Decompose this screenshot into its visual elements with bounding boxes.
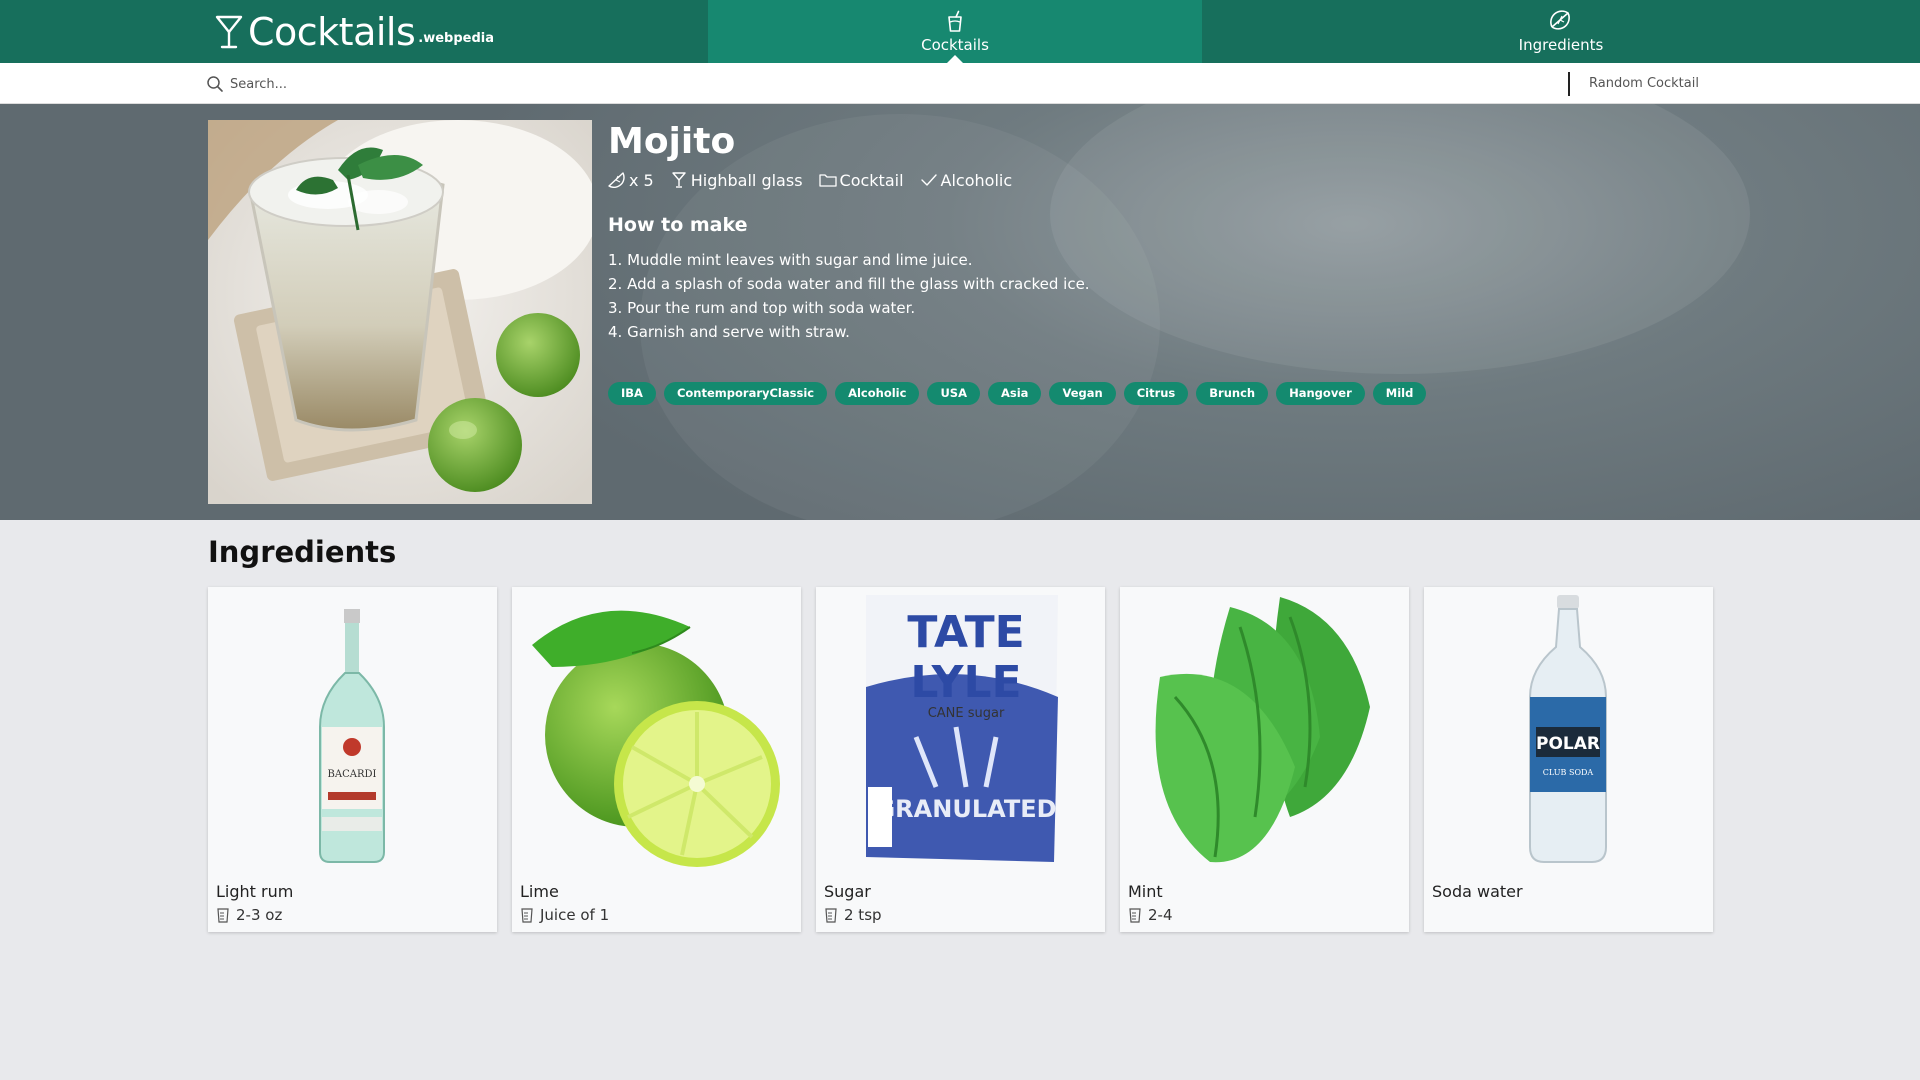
ingredient-card-lime[interactable]: Lime Juice of 1 (512, 587, 801, 932)
cocktail-title: Mojito (608, 121, 736, 162)
svg-text:BACARDI: BACARDI (328, 769, 377, 780)
folder-icon (818, 174, 837, 187)
measuring-cup-icon (521, 908, 533, 923)
search-divider (1568, 72, 1570, 96)
tab-ingredients[interactable]: Ingredients (1202, 0, 1920, 63)
brand-title: Cocktails (247, 9, 416, 54)
tag-alcoholic[interactable]: Alcoholic (835, 382, 920, 405)
tag-asia[interactable]: Asia (987, 382, 1042, 405)
ingredient-card-mint[interactable]: Mint 2-4 (1120, 587, 1409, 932)
tag-citrus[interactable]: Citrus (1123, 382, 1189, 405)
servings-meta: x 5 (608, 171, 654, 190)
tag-brunch[interactable]: Brunch (1196, 382, 1269, 405)
category-label: Cocktail (839, 170, 904, 190)
top-navbar: Cocktails .webpedia Cocktails Ingredient… (0, 0, 1920, 63)
ingredient-amount: 2-3 oz (216, 906, 282, 924)
svg-text:GRANULATED: GRANULATED (875, 795, 1056, 823)
tag-iba[interactable]: IBA (608, 382, 656, 405)
ingredient-card-sugar[interactable]: TATE LYLE CANE sugar GRANULATED Sugar 2 … (816, 587, 1105, 932)
mint-leaves-image (1155, 597, 1370, 863)
alcoholic-label: Alcoholic (940, 170, 1013, 190)
measuring-cup-icon (1129, 908, 1141, 923)
brand-logo[interactable]: Cocktails .webpedia (0, 0, 708, 63)
drink-cup-icon (948, 10, 962, 32)
search-input[interactable] (230, 71, 1530, 97)
tag-contemporary-classic[interactable]: ContemporaryClassic (663, 382, 828, 405)
svg-text:POLAR: POLAR (1536, 734, 1600, 754)
lime-slice-icon (608, 172, 625, 188)
glass-meta: Highball glass (670, 171, 803, 190)
svg-text:CANE sugar: CANE sugar (928, 706, 1005, 721)
tag-usa[interactable]: USA (927, 382, 980, 405)
measuring-cup-icon (825, 908, 837, 923)
search-icon (207, 76, 223, 92)
instruction-steps: 1. Muddle mint leaves with sugar and lim… (608, 248, 1708, 344)
tab-cocktails[interactable]: Cocktails (708, 0, 1202, 63)
ingredient-amount-value: Juice of 1 (540, 906, 610, 924)
brand-subtitle: .webpedia (418, 31, 494, 46)
sugar-bag-image: TATE LYLE CANE sugar GRANULATED (866, 595, 1058, 862)
ingredient-amount-value: 2-3 oz (236, 906, 283, 924)
instruction-step: 4. Garnish and serve with straw. (608, 323, 850, 341)
cocktail-info: Mojito x 5 Highball glass Cocktail Alcoh… (608, 118, 1708, 405)
lime-slice-icon (1550, 9, 1570, 30)
tag-mild[interactable]: Mild (1372, 382, 1427, 405)
cocktail-glass-icon (215, 15, 243, 48)
svg-text:LYLE: LYLE (910, 657, 1021, 708)
tab-ingredients-label: Ingredients (1518, 35, 1604, 54)
alcoholic-meta: Alcoholic (920, 170, 1013, 190)
ingredient-cards: BACARDI Light rum 2-3 oz Lime Juice of 1… (208, 587, 1728, 932)
search-bar: Random Cocktail (0, 63, 1920, 104)
ingredient-name: Sugar (824, 882, 871, 901)
ingredient-amount: 2-4 (1128, 906, 1173, 924)
tag-vegan[interactable]: Vegan (1049, 382, 1116, 405)
cocktail-meta: x 5 Highball glass Cocktail Alcoholic (608, 168, 1708, 192)
glass-type: Highball glass (690, 170, 803, 190)
instruction-step: 2. Add a splash of soda water and fill t… (608, 275, 1090, 293)
lime-image (532, 610, 780, 867)
checkmark-icon (920, 174, 937, 186)
howto-heading: How to make (608, 214, 748, 236)
ingredient-amount: 2 tsp (824, 906, 882, 924)
ingredients-heading: Ingredients (208, 535, 397, 569)
instruction-step: 1. Muddle mint leaves with sugar and lim… (608, 251, 973, 269)
rum-bottle-image: BACARDI (319, 609, 385, 863)
servings-count: x 5 (629, 170, 654, 190)
ingredient-card-soda-water[interactable]: POLAR CLUB SODA Soda water (1424, 587, 1713, 932)
ingredient-name: Lime (520, 882, 559, 901)
soda-bottle-image: POLAR CLUB SODA (1529, 595, 1607, 863)
ingredient-amount-value: 2 tsp (844, 906, 882, 924)
tag-hangover[interactable]: Hangover (1276, 382, 1365, 405)
svg-text:TATE: TATE (907, 607, 1024, 658)
ingredient-card-light-rum[interactable]: BACARDI Light rum 2-3 oz (208, 587, 497, 932)
svg-text:CLUB SODA: CLUB SODA (1543, 768, 1594, 777)
cocktail-photo (208, 120, 592, 504)
tag-list: IBA ContemporaryClassic Alcoholic USA As… (608, 382, 1708, 405)
ingredient-amount-value: 2-4 (1148, 906, 1173, 924)
ingredient-amount: Juice of 1 (520, 906, 609, 924)
cocktail-glass-icon (672, 172, 686, 188)
instruction-step: 3. Pour the rum and top with soda water. (608, 299, 916, 317)
cocktail-hero: Mojito x 5 Highball glass Cocktail Alcoh… (0, 104, 1920, 520)
category-meta: Cocktail (818, 170, 904, 190)
ingredient-name: Soda water (1432, 882, 1523, 901)
active-tab-indicator (947, 55, 963, 63)
ingredient-name: Mint (1128, 882, 1163, 901)
ingredient-name: Light rum (216, 882, 294, 901)
tab-cocktails-label: Cocktails (921, 35, 989, 54)
measuring-cup-icon (217, 908, 229, 923)
random-cocktail-link[interactable]: Random Cocktail (1589, 76, 1699, 91)
